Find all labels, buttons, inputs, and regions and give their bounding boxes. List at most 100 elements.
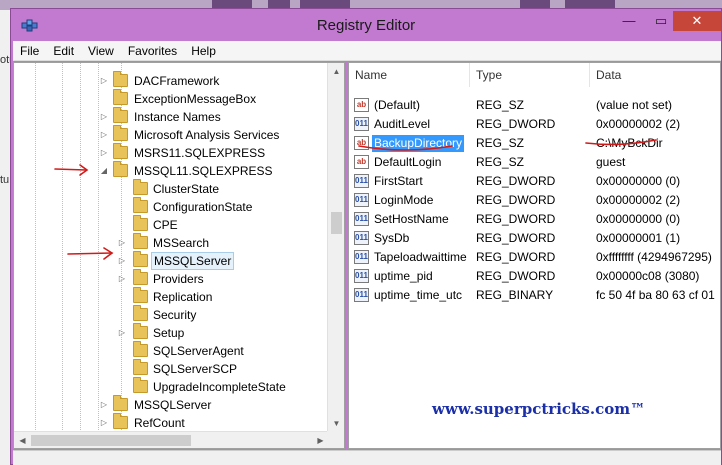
tree-item[interactable]: ClusterState [14, 179, 329, 198]
value-data: 0x00000002 (2) [596, 117, 681, 131]
tree-item-label[interactable]: MSSQLServer [132, 396, 213, 414]
folder-icon [113, 143, 128, 159]
column-header-data[interactable]: Data [590, 63, 720, 87]
tree-item[interactable]: ▷ DACFramework [14, 71, 329, 90]
value-name[interactable]: Tapeloadwaittime [372, 248, 469, 267]
collapse-arrow-icon[interactable]: ◢ [99, 162, 109, 180]
list-row[interactable]: 011 AuditLevel REG_DWORD 0x00000002 (2) [349, 115, 720, 134]
title-bar[interactable]: Registry Editor — ▭ ✕ [11, 9, 721, 41]
column-header-type[interactable]: Type [470, 63, 590, 87]
list-row[interactable]: 011 SetHostName REG_DWORD 0x00000000 (0) [349, 210, 720, 229]
tree-item[interactable]: UpgradeIncompleteState [14, 377, 329, 396]
binary-value-icon: 011 [354, 117, 369, 131]
tree-item[interactable]: ▷ Providers [14, 269, 329, 288]
tree-item[interactable]: ConfigurationState [14, 197, 329, 216]
list-row[interactable]: 011 LoginMode REG_DWORD 0x00000002 (2) [349, 191, 720, 210]
expand-arrow-icon[interactable]: ▷ [117, 324, 127, 342]
value-type: REG_DWORD [476, 174, 556, 188]
list-row[interactable]: 011 Tapeloadwaittime REG_DWORD 0xffffffff (… [349, 248, 720, 267]
expand-arrow-icon[interactable]: ▷ [117, 270, 127, 288]
value-name[interactable]: LoginMode [372, 191, 435, 210]
expand-arrow-icon[interactable]: ▷ [99, 72, 109, 90]
tree-horizontal-scrollbar[interactable]: ◀ ▶ [14, 431, 329, 448]
tree-item-label[interactable]: Replication [151, 288, 214, 306]
tree-item[interactable]: Security [14, 305, 329, 324]
list-row[interactable]: ab DefaultLogin REG_SZ guest [349, 153, 720, 172]
tree-item-label[interactable]: MSSearch [151, 234, 211, 252]
value-name[interactable]: SysDb [372, 229, 411, 248]
value-type: REG_SZ [476, 136, 525, 150]
list-row[interactable]: ab (Default) REG_SZ (value not set) [349, 96, 720, 115]
expand-arrow-icon[interactable]: ▷ [99, 108, 109, 126]
scrollbar-thumb[interactable] [31, 435, 191, 446]
tree-item-label[interactable]: Microsoft Analysis Services [132, 126, 281, 144]
value-name[interactable]: BackupDirectory [372, 135, 465, 152]
tree-item-label[interactable]: Instance Names [132, 108, 223, 126]
list-row[interactable]: 011 SysDb REG_DWORD 0x00000001 (1) [349, 229, 720, 248]
folder-icon [133, 323, 148, 339]
expand-arrow-icon[interactable]: ▷ [99, 414, 109, 432]
tree-item-label[interactable]: ClusterState [151, 180, 221, 198]
tree-item[interactable]: CPE [14, 215, 329, 234]
tree-item[interactable]: ▷ MSSQLServer [14, 395, 329, 414]
list-row[interactable]: 011 uptime_pid REG_DWORD 0x00000c08 (3080) [349, 267, 720, 286]
list-row[interactable]: 011 FirstStart REG_DWORD 0x00000000 (0) [349, 172, 720, 191]
tree-item[interactable]: ▷ Instance Names [14, 107, 329, 126]
tree-item-label[interactable]: MSSQL11.SQLEXPRESS [132, 162, 275, 180]
list-row[interactable]: ab BackupDirectory REG_SZ C:\MyBckDir [349, 134, 720, 153]
value-name[interactable]: DefaultLogin [372, 153, 443, 172]
registry-values-list[interactable]: Name Type Data ab (Default) REG_SZ (value n… [348, 62, 721, 449]
tree-item[interactable]: ◢ MSSQL11.SQLEXPRESS [14, 161, 329, 180]
tree-item-label[interactable]: Setup [151, 324, 186, 342]
tree-item[interactable]: ▷ Microsoft Analysis Services [14, 125, 329, 144]
value-name[interactable]: SetHostName [372, 210, 451, 229]
scroll-up-arrow-icon[interactable]: ▲ [328, 63, 344, 80]
expand-arrow-icon[interactable]: ▷ [99, 396, 109, 414]
tree-item[interactable]: ExceptionMessageBox [14, 89, 329, 108]
tree-item[interactable]: SQLServerSCP [14, 359, 329, 378]
tree-item[interactable]: Replication [14, 287, 329, 306]
tree-item-label[interactable]: ExceptionMessageBox [132, 90, 258, 108]
value-name[interactable]: AuditLevel [372, 115, 432, 134]
value-name[interactable]: FirstStart [372, 172, 425, 191]
menu-help[interactable]: Help [184, 41, 223, 61]
tree-item-label[interactable]: MSSQLServer [151, 252, 235, 270]
expand-arrow-icon[interactable]: ▷ [117, 252, 127, 270]
expand-arrow-icon[interactable]: ▷ [117, 234, 127, 252]
string-value-icon: ab [354, 155, 369, 169]
menu-edit[interactable]: Edit [46, 41, 81, 61]
tree-item-label[interactable]: Security [151, 306, 198, 324]
expand-arrow-icon[interactable]: ▷ [99, 126, 109, 144]
tree-item-label[interactable]: RefCount [132, 414, 187, 432]
tree-item[interactable]: SQLServerAgent [14, 341, 329, 360]
scroll-down-arrow-icon[interactable]: ▼ [328, 415, 344, 432]
menu-favorites[interactable]: Favorites [121, 41, 184, 61]
column-header-name[interactable]: Name [349, 63, 470, 87]
tree-item-label[interactable]: SQLServerAgent [151, 342, 246, 360]
value-name[interactable]: uptime_time_utc [372, 286, 464, 305]
binary-value-icon: 011 [354, 174, 369, 188]
tree-item-label[interactable]: UpgradeIncompleteState [151, 378, 288, 396]
tree-item-label[interactable]: SQLServerSCP [151, 360, 239, 378]
tree-item[interactable]: ▷ MSSQLServer [14, 251, 329, 270]
registry-key-tree[interactable]: ▷ DACFramework ExceptionMessageBox ▷ Instanc… [13, 62, 345, 449]
menu-file[interactable]: File [13, 41, 46, 61]
tree-item-label[interactable]: ConfigurationState [151, 198, 254, 216]
close-button[interactable]: ✕ [673, 11, 721, 31]
tree-item-label[interactable]: MSRS11.SQLEXPRESS [132, 144, 267, 162]
scroll-left-arrow-icon[interactable]: ◀ [14, 432, 31, 448]
tree-item-label[interactable]: DACFramework [132, 72, 221, 90]
menu-view[interactable]: View [81, 41, 121, 61]
list-row[interactable]: 011 uptime_time_utc REG_BINARY fc 50 4f ba … [349, 286, 720, 305]
expand-arrow-icon[interactable]: ▷ [99, 144, 109, 162]
tree-item[interactable]: ▷ Setup [14, 323, 329, 342]
tree-item-label[interactable]: Providers [151, 270, 206, 288]
tree-vertical-scrollbar[interactable]: ▲ ▼ [327, 63, 344, 432]
tree-item-label[interactable]: CPE [151, 216, 180, 234]
tree-item[interactable]: ▷ MSSearch [14, 233, 329, 252]
value-name[interactable]: uptime_pid [372, 267, 435, 286]
tree-item[interactable]: ▷ MSRS11.SQLEXPRESS [14, 143, 329, 162]
value-name[interactable]: (Default) [372, 96, 422, 115]
tree-item[interactable]: ▷ RefCount [14, 413, 329, 432]
scrollbar-thumb[interactable] [331, 212, 342, 234]
